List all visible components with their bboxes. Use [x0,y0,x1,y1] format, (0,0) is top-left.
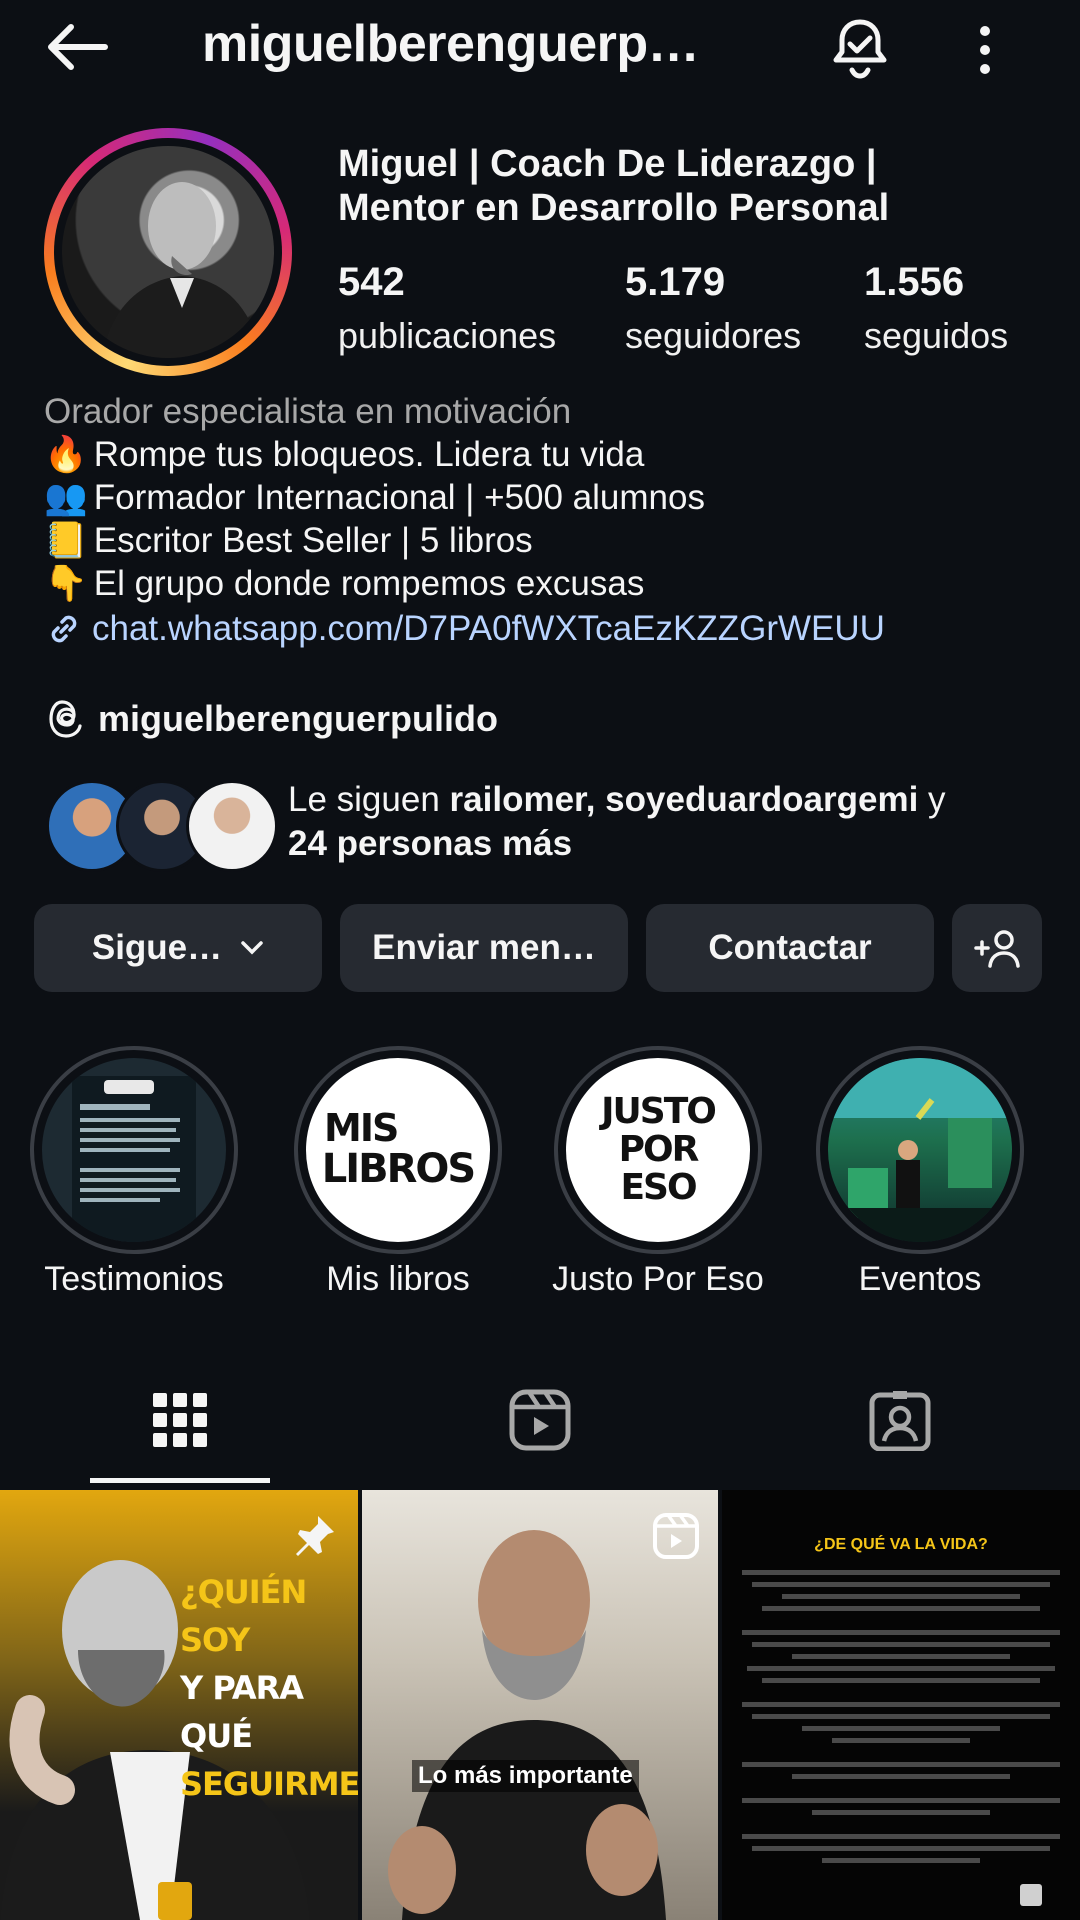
contact-label: Contactar [708,928,872,967]
vertical-dots-icon [980,26,990,74]
highlight-cover: JUSTO POR ESO [566,1058,750,1242]
fire-icon: 🔥 [44,435,88,474]
contact-button[interactable]: Contactar [646,904,934,992]
stat-posts-value: 542 [338,260,405,304]
highlight-cover [828,1058,1012,1242]
name-line-2: Mentor en Desarrollo Personal [338,187,890,229]
back-button[interactable] [36,12,116,82]
profile-link-text[interactable]: chat.whatsapp.com/D7PA0fWXTcaEzKZZGrWEUU [92,607,885,650]
cover-text-line: MIS [324,1106,399,1150]
pointing-down-icon: 👇 [44,564,88,603]
stat-followers-label: seguidores [625,315,802,356]
message-button[interactable]: Enviar men… [340,904,628,992]
stat-posts[interactable]: 542 publicaciones [338,260,556,357]
tab-grid[interactable] [0,1380,360,1460]
profile-bio: Orador especialista en motivación 🔥 Romp… [44,390,1044,650]
stat-followers[interactable]: 5.179 seguidores [625,260,801,357]
tagged-person-icon [869,1391,931,1451]
following-label: Sigue… [91,928,223,967]
chevron-down-icon [241,941,263,955]
pinned-icon [290,1512,338,1565]
stat-followers-value: 5.179 [625,260,726,304]
stat-following-value: 1.556 [864,260,965,304]
post-title-line: SEGUIRME? [180,1765,358,1803]
post-tile[interactable]: ¿QUIÉN SOY Y PARA QUÉ SEGUIRME? [0,1490,358,1920]
notebook-icon: 📒 [44,521,88,560]
cover-text-line: ESO [620,1167,697,1208]
people-icon: 👥 [44,478,88,517]
bell-check-icon [833,19,887,79]
threads-badge[interactable]: miguelberenguerpulido [48,698,498,740]
threads-handle-text: miguelberenguerpulido [98,698,499,739]
highlight-justo-por-eso[interactable]: JUSTO POR ESO [554,1046,762,1254]
post-tile[interactable]: ¿DE QUÉ VA LA VIDA? [722,1490,1080,1920]
bio-line-text: Formador Internacional | +500 alumnos [93,478,705,517]
post-title: ¿QUIÉN SOY Y PARA QUÉ SEGUIRME? [180,1568,358,1808]
tab-reels[interactable] [360,1380,720,1460]
mutual-names: railomer, soyeduardoargemi [449,780,919,819]
post-tile[interactable]: Lo más importante [362,1490,718,1920]
mutual-avatar-3 [186,780,278,872]
bio-line-text: El grupo donde rompemos excusas [93,564,645,603]
notifications-button[interactable] [820,10,900,86]
highlight-cover: MIS LIBROS [306,1058,490,1242]
arrow-left-icon [48,24,108,70]
profile-category: Orador especialista en motivación [44,392,572,431]
mutual-prefix: Le siguen [288,780,450,819]
mutual-followers-text[interactable]: Le siguen railomer, soyeduardoargemi y 2… [288,778,1048,866]
tab-tagged[interactable] [720,1380,1080,1460]
bio-line: 📒 Escritor Best Seller | 5 libros [44,519,1044,562]
post-caption: Lo más importante [412,1760,639,1792]
profile-full-name: Miguel | Coach De Liderazgo | Mentor en … [338,142,1058,230]
mutual-more: 24 personas más [288,824,573,863]
highlight-label: Justo Por Eso [552,1260,764,1298]
mutual-suffix: y [918,780,946,819]
bio-line: 🔥 Rompe tus bloqueos. Lidera tu vida [44,433,1044,476]
bio-line: 👇 El grupo donde rompemos excusas [44,562,1044,605]
bio-line-text: Rompe tus bloqueos. Lidera tu vida [93,435,645,474]
post-title-line: Y PARA QUÉ [180,1669,304,1755]
bio-line-text: Escritor Best Seller | 5 libros [93,521,533,560]
following-button[interactable]: Sigue… [34,904,322,992]
suggest-users-button[interactable] [952,904,1042,992]
profile-avatar[interactable] [44,128,292,376]
link-icon [51,615,77,642]
cover-text-line: POR [618,1129,700,1170]
highlight-label: Testimonios [44,1260,224,1298]
add-person-icon [974,930,1020,968]
post-title-line: ¿QUIÉN SOY [180,1573,307,1659]
highlight-label: Mis libros [326,1260,470,1298]
profile-username-title: miguelberenguerp… [202,15,700,73]
reels-icon [509,1389,571,1451]
stat-posts-label: publicaciones [338,315,557,356]
grid-icon [153,1393,207,1447]
highlight-cover [42,1058,226,1242]
reel-icon [652,1512,700,1565]
highlight-label: Eventos [858,1260,982,1298]
tab-active-indicator [90,1478,270,1483]
cover-text-line: LIBROS [321,1146,476,1192]
name-line-1: Miguel | Coach De Liderazgo | [338,143,877,185]
highlight-eventos[interactable] [816,1046,1024,1254]
profile-link[interactable]: chat.whatsapp.com/D7PA0fWXTcaEzKZZGrWEUU [44,607,1044,650]
avatar-photo [62,146,274,358]
highlight-mis-libros[interactable]: MIS LIBROS [294,1046,502,1254]
bio-line: 👥 Formador Internacional | +500 alumnos [44,476,1044,519]
stat-following-label: seguidos [864,315,1009,356]
stat-following[interactable]: 1.556 seguidos [864,260,1008,357]
message-label: Enviar men… [372,928,596,967]
cover-text-line: JUSTO [601,1091,717,1132]
more-options-button[interactable] [960,12,1010,88]
highlight-testimonios[interactable] [30,1046,238,1254]
threads-icon [49,700,82,738]
